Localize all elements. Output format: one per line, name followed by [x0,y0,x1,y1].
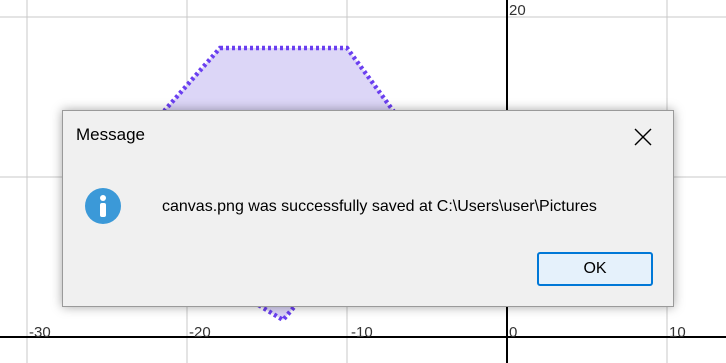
ok-button[interactable]: OK [537,252,653,286]
x-tick-label: 0 [509,324,517,341]
x-tick-label: 10 [669,324,686,341]
y-tick-label: 20 [509,2,526,19]
x-tick-label: -10 [351,324,373,341]
info-icon [85,188,121,224]
message-dialog: Message canvas.png was successfully save… [62,110,674,307]
close-icon [634,128,652,146]
x-tick-label: -30 [29,324,51,341]
close-button[interactable] [623,117,663,157]
x-tick-label: -20 [189,324,211,341]
ok-button-label: OK [583,260,607,277]
dialog-title: Message [76,125,145,144]
message-text: canvas.png was successfully saved at C:\… [162,198,597,215]
